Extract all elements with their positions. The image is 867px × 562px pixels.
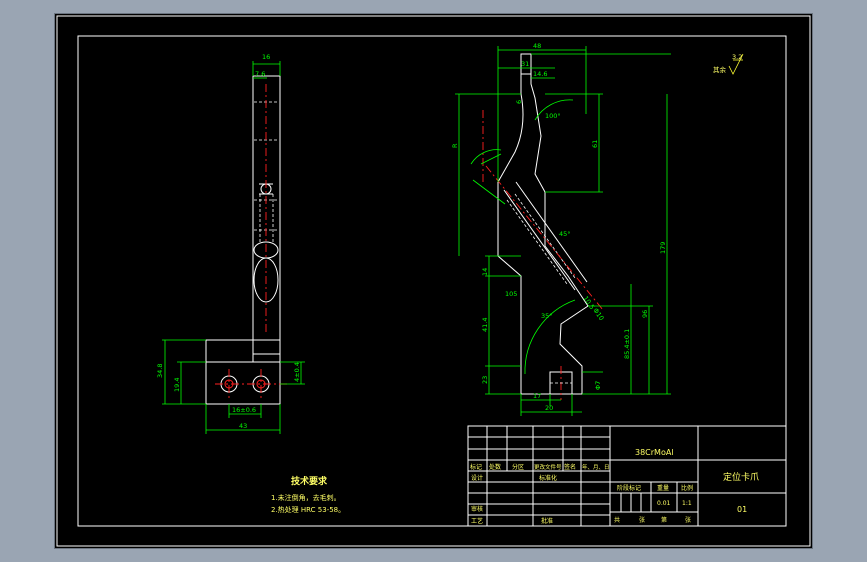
sheet-outer-border	[56, 15, 811, 547]
sheet-inner-frame	[77, 35, 787, 527]
dim-31: 31	[521, 60, 529, 68]
drawing-viewport[interactable]: 16 7.6 34.8 19.4 16±0.6 43 4±0.4 48 31 1…	[55, 14, 812, 548]
dim-34-8: 34.8	[156, 364, 164, 378]
tb-header-date: 年、月、日	[582, 463, 610, 471]
tb-approve: 批准	[541, 517, 553, 525]
dim-14-6: 14.6	[533, 70, 547, 78]
dim-16: 16	[262, 53, 270, 61]
dim-16-tol: 16±0.6	[232, 406, 256, 414]
dim-20: 20	[545, 404, 553, 412]
dim-85: 85.4±0.1	[623, 329, 631, 359]
tech-title: 技术要求	[291, 475, 328, 487]
dim-179: 179	[659, 242, 667, 254]
right-front-view	[470, 53, 604, 400]
roughness-note: 其余 3.2	[713, 53, 744, 75]
dim-phi10: Φ10	[591, 307, 605, 323]
tb-header-docno: 更改文件号	[534, 463, 562, 471]
right-dimensions: 48 31 14.6 6 100° R 61 179 96 85.4±0.1 1…	[451, 42, 671, 416]
tb-part-name: 定位卡爪	[723, 471, 759, 483]
tech-line-1: 1.未注倒角，去毛刺。	[271, 493, 341, 502]
tb-design: 设计	[471, 474, 483, 482]
dim-7-6: 7.6	[255, 70, 265, 78]
dim-R: R	[451, 143, 459, 148]
cad-drawing-canvas[interactable]: 16 7.6 34.8 19.4 16±0.6 43 4±0.4 48 31 1…	[55, 14, 812, 548]
dim-23: 23	[481, 376, 489, 384]
angle-100: 100°	[545, 112, 561, 120]
dim-48: 48	[533, 42, 541, 50]
tb-weight: 0.01	[657, 500, 671, 507]
left-side-view	[205, 75, 287, 405]
roughness-label: 其余	[713, 65, 727, 74]
tb-sheets: 共	[614, 516, 620, 524]
tb-part-no: 01	[737, 505, 747, 514]
tb-process: 工艺	[471, 517, 483, 525]
dim-61: 61	[591, 140, 599, 148]
tb-header-zone: 分区	[512, 463, 524, 471]
dim-14: 14	[481, 268, 489, 276]
dim-4-tol: 4±0.4	[293, 362, 301, 382]
tb-header-mark: 标记	[470, 463, 482, 471]
dim-105: 105	[505, 290, 517, 298]
tb-sheet2: 第	[661, 516, 667, 524]
tb-scale-label: 比例	[681, 484, 693, 492]
tech-requirements: 技术要求 1.未注倒角，去毛刺。 2.热处理 HRC 53-58。	[271, 475, 345, 514]
tech-line-2: 2.热处理 HRC 53-58。	[271, 505, 345, 514]
dim-43: 43	[239, 422, 247, 430]
roughness-value: 3.2	[732, 53, 742, 61]
tb-stage-label: 阶段标记	[617, 484, 641, 492]
dim-6: 6	[515, 100, 523, 104]
dim-phi7: Φ7	[594, 381, 602, 390]
tb-sheet3: 张	[685, 516, 691, 524]
dim-17: 17	[533, 392, 541, 400]
angle-35: 35°	[541, 312, 553, 320]
dim-41-4: 41.4	[481, 318, 489, 332]
tb-header-count: 处数	[489, 463, 501, 471]
tb-material: 38CrMoAl	[635, 448, 674, 457]
angle-45: 45°	[559, 230, 571, 238]
tb-sheet: 张	[639, 516, 645, 524]
left-dimensions: 16 7.6 34.8 19.4 16±0.6 43 4±0.4	[156, 53, 305, 434]
dim-19-4: 19.4	[173, 378, 181, 392]
tb-scale: 1:1	[682, 500, 692, 507]
tb-standard: 标准化	[539, 474, 557, 482]
tb-header-sign: 签名	[564, 463, 576, 471]
title-block: 标记 处数 分区 更改文件号 签名 年、月、日 设计 标准化 审核 工艺 批准 …	[467, 425, 787, 527]
dim-96: 96	[641, 310, 649, 318]
tb-review: 审核	[471, 505, 483, 513]
tb-weight-label: 重量	[657, 484, 669, 492]
